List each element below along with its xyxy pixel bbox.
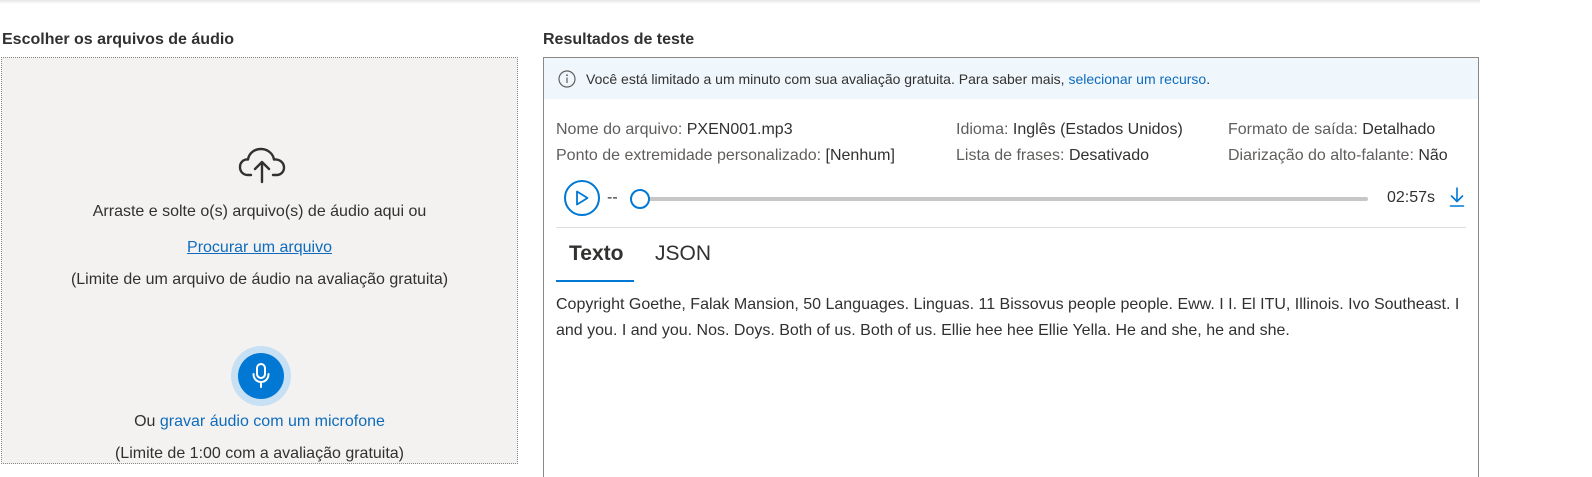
results-panel: Você está limitado a um minuto com sua a… xyxy=(543,57,1479,477)
microphone-icon xyxy=(252,363,270,388)
info-banner: Você está limitado a um minuto com sua a… xyxy=(544,58,1478,99)
select-resource-link[interactable]: selecionar um recurso xyxy=(1068,71,1206,87)
drag-drop-text: Arraste e solte o(s) arquivo(s) de áudio… xyxy=(92,203,427,220)
diarization-value: Não xyxy=(1418,147,1448,164)
test-results-title: Resultados de teste xyxy=(543,31,695,48)
transcript-text: Copyright Goethe, Falak Mansion, 50 Lang… xyxy=(556,296,1460,339)
info-suffix: . xyxy=(1206,70,1211,87)
phrase-list-value: Desativado xyxy=(1068,147,1149,164)
record-microphone-button[interactable] xyxy=(231,346,291,406)
file-name-label: Nome do arquivo: xyxy=(556,121,683,138)
record-microphone-inner xyxy=(238,353,284,399)
record-limit-text: (Limite de 1:00 com a avaliação gratuita… xyxy=(114,445,405,462)
download-icon[interactable] xyxy=(1448,186,1466,208)
record-audio-line: Ou gravar áudio com um microfone xyxy=(2,413,517,431)
current-time: -- xyxy=(607,189,618,206)
file-limit-text: (Limite de um arquivo de áudio na avalia… xyxy=(70,271,449,288)
language-value: Inglês (Estados Unidos) xyxy=(1012,121,1183,138)
browse-file-link[interactable]: Procurar um arquivo xyxy=(187,239,332,256)
diarization-meta: Diarização do alto-falante: Não xyxy=(1228,147,1448,165)
audio-progress-track[interactable] xyxy=(630,197,1368,201)
diarization-label: Diarização do alto-falante: xyxy=(1228,147,1414,164)
audio-progress-thumb[interactable] xyxy=(630,189,650,209)
record-audio-link[interactable]: gravar áudio com um microfone xyxy=(160,413,385,430)
output-format-meta: Formato de saída: Detalhado xyxy=(1228,121,1435,139)
file-name-value: PXEN001.mp3 xyxy=(686,121,793,138)
output-format-value: Detalhado xyxy=(1362,121,1436,138)
top-shadow xyxy=(0,0,1480,4)
active-tab-indicator xyxy=(556,280,634,282)
language-meta: Idioma: Inglês (Estados Unidos) xyxy=(956,121,1183,139)
tab-json[interactable]: JSON xyxy=(655,242,711,266)
cloud-upload-icon xyxy=(238,147,286,184)
choose-files-title: Escolher os arquivos de áudio xyxy=(2,31,235,48)
tab-texto[interactable]: Texto xyxy=(569,242,623,266)
endpoint-meta: Ponto de extremidade personalizado: [Nen… xyxy=(556,147,895,165)
total-time: 02:57s xyxy=(1387,189,1436,206)
phrase-list-meta: Lista de frases: Desativado xyxy=(956,147,1149,165)
info-text: Você está limitado a um minuto com sua a… xyxy=(586,70,1069,87)
language-label: Idioma: xyxy=(956,121,1009,138)
endpoint-label: Ponto de extremidade personalizado: xyxy=(556,147,822,164)
endpoint-value: [Nenhum] xyxy=(825,147,895,164)
info-icon xyxy=(558,69,576,88)
audio-dropzone[interactable]: Arraste e solte o(s) arquivo(s) de áudio… xyxy=(1,57,518,464)
play-icon xyxy=(576,190,589,206)
file-name-meta: Nome do arquivo: PXEN001.mp3 xyxy=(556,121,793,139)
player-divider xyxy=(556,227,1466,228)
play-button[interactable] xyxy=(564,180,600,216)
record-prefix: Ou xyxy=(134,413,160,430)
output-format-label: Formato de saída: xyxy=(1228,121,1358,138)
phrase-list-label: Lista de frases: xyxy=(956,147,1065,164)
browse-file-line: Procurar um arquivo xyxy=(2,239,517,257)
